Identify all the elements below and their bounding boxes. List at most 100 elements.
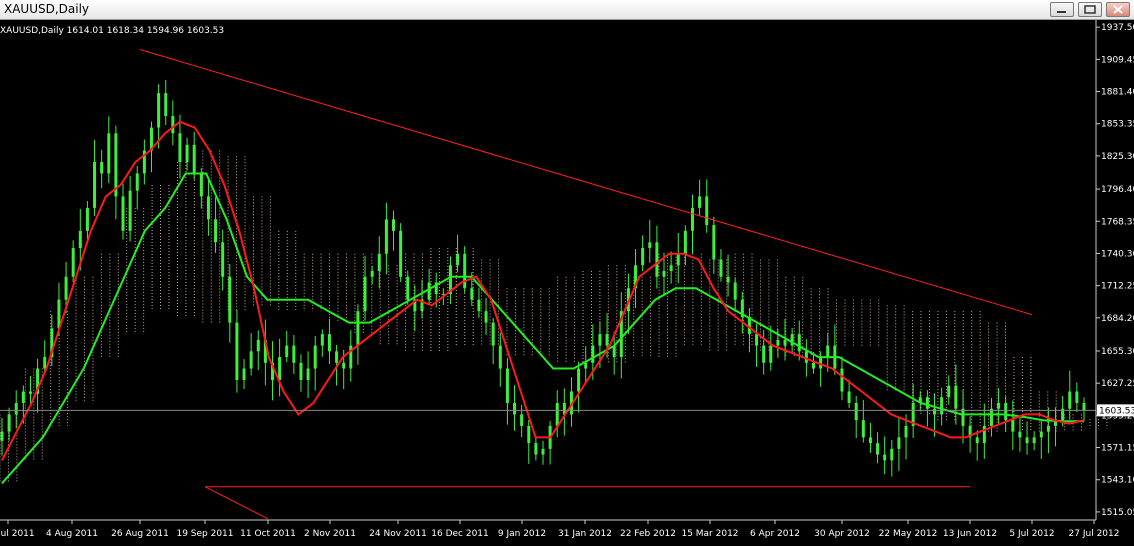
time-tick-label: 30 Apr 2012 — [814, 529, 870, 539]
candle-body — [513, 402, 517, 415]
candle-body — [605, 334, 609, 346]
candle-body — [21, 391, 25, 403]
candle-body — [505, 368, 509, 403]
candle-body — [662, 271, 666, 277]
candle-body — [384, 219, 388, 254]
candle-body — [982, 425, 986, 444]
candle-body — [534, 443, 538, 455]
candle-body — [954, 385, 958, 409]
close-button[interactable] — [1106, 2, 1130, 17]
candle-body — [847, 391, 851, 403]
candle-body — [320, 334, 324, 346]
candle-body — [242, 368, 246, 381]
candle-body — [683, 230, 687, 254]
price-tick-label: 1712.25 — [1101, 282, 1134, 292]
candle-body — [164, 93, 168, 117]
candle-body — [940, 397, 944, 415]
candle-body — [555, 402, 559, 426]
candle-body — [135, 173, 139, 191]
candle-body — [1011, 420, 1015, 432]
candle-body — [598, 334, 602, 346]
candle-body — [64, 276, 68, 300]
time-tick-label: 22 May 2012 — [879, 529, 938, 539]
candle-body — [876, 443, 880, 455]
candle-body — [14, 402, 18, 415]
maximize-icon — [1084, 5, 1096, 14]
candle-body — [890, 448, 894, 461]
candle-body — [306, 368, 310, 381]
time-tick-label: 5 Jul 2012 — [1009, 529, 1054, 539]
maximize-button[interactable] — [1078, 2, 1102, 17]
candle-body — [107, 133, 111, 174]
candle-body — [769, 345, 773, 363]
symbol-label: XAUUSD,Daily — [0, 26, 64, 36]
candle-body — [690, 207, 694, 231]
candle-body — [1068, 391, 1072, 409]
candle-body — [356, 311, 360, 346]
candle-body — [335, 351, 339, 363]
candle-body — [235, 322, 239, 381]
candle-body — [826, 345, 830, 358]
candle-body — [1082, 402, 1086, 411]
candle-body — [584, 362, 588, 369]
price-tick-label: 1627.25 — [1101, 379, 1134, 389]
candle-body — [705, 196, 709, 226]
chart-background — [0, 20, 1134, 542]
candle-body — [577, 368, 581, 392]
price-tick-label: 1796.40 — [1101, 185, 1134, 195]
candle-body — [192, 144, 196, 174]
price-tick-label: 1543.10 — [1101, 476, 1134, 486]
candle-body — [641, 248, 645, 266]
candle-body — [128, 190, 132, 231]
candle-body — [726, 276, 730, 283]
price-tick-label: 1655.30 — [1101, 347, 1134, 357]
candle-body — [776, 339, 780, 346]
candle-body — [797, 334, 801, 352]
candle-body — [676, 253, 680, 266]
candle-body — [733, 282, 737, 300]
time-tick-label: 2 Nov 2011 — [304, 529, 356, 539]
candle-body — [975, 437, 979, 444]
candle-body — [883, 454, 887, 461]
candle-body — [292, 345, 296, 363]
window-titlebar[interactable]: XAUUSD,Daily — [0, 0, 1134, 20]
candle-body — [712, 225, 716, 260]
time-tick-label: Jul 2011 — [0, 529, 35, 539]
candle-body — [249, 351, 253, 369]
chart-canvas[interactable]: 1937.50 1909.45 1881.40 1853.35 1825.30 1796.… — [0, 20, 1134, 542]
price-tick-label: 1515.05 — [1101, 508, 1134, 518]
time-tick-label: 15 Mar 2012 — [681, 529, 738, 539]
candle-body — [214, 219, 218, 243]
candle-body — [698, 196, 702, 208]
candle-body — [868, 437, 872, 444]
candle-body — [285, 345, 289, 358]
candle-body — [804, 351, 808, 363]
candle-body — [171, 116, 175, 134]
time-tick-label: 11 Oct 2011 — [240, 529, 296, 539]
candle-body — [406, 276, 410, 300]
minimize-icon — [1057, 11, 1066, 13]
price-chart[interactable]: 1937.50 1909.45 1881.40 1853.35 1825.30 1796.… — [0, 20, 1134, 542]
window-title: XAUUSD,Daily — [4, 2, 90, 16]
price-tick-label: 1740.30 — [1101, 249, 1134, 259]
candle-body — [1025, 437, 1029, 444]
candle-body — [840, 368, 844, 392]
candle-body — [370, 271, 374, 277]
minimize-button[interactable] — [1050, 2, 1074, 17]
time-tick-label: 26 Aug 2011 — [111, 529, 169, 539]
candle-body — [961, 408, 965, 426]
candle-body — [313, 345, 317, 369]
candle-body — [925, 397, 929, 409]
ohlc-header: XAUUSD,Daily 1614.01 1618.34 1594.96 160… — [0, 26, 224, 36]
candle-body — [591, 345, 595, 363]
candle-body — [456, 253, 460, 266]
candle-body — [206, 196, 210, 220]
candle-body — [157, 93, 161, 128]
time-tick-label: 24 Nov 2011 — [369, 529, 427, 539]
candle-body — [121, 196, 125, 231]
chart-window: XAUUSD,Daily 1937.50 1909.45 1881.40 1853.3… — [0, 0, 1134, 542]
candle-body — [484, 311, 488, 323]
price-tick-label: 1684.20 — [1101, 314, 1134, 324]
candle-body — [491, 322, 495, 346]
candle-body — [178, 133, 182, 162]
